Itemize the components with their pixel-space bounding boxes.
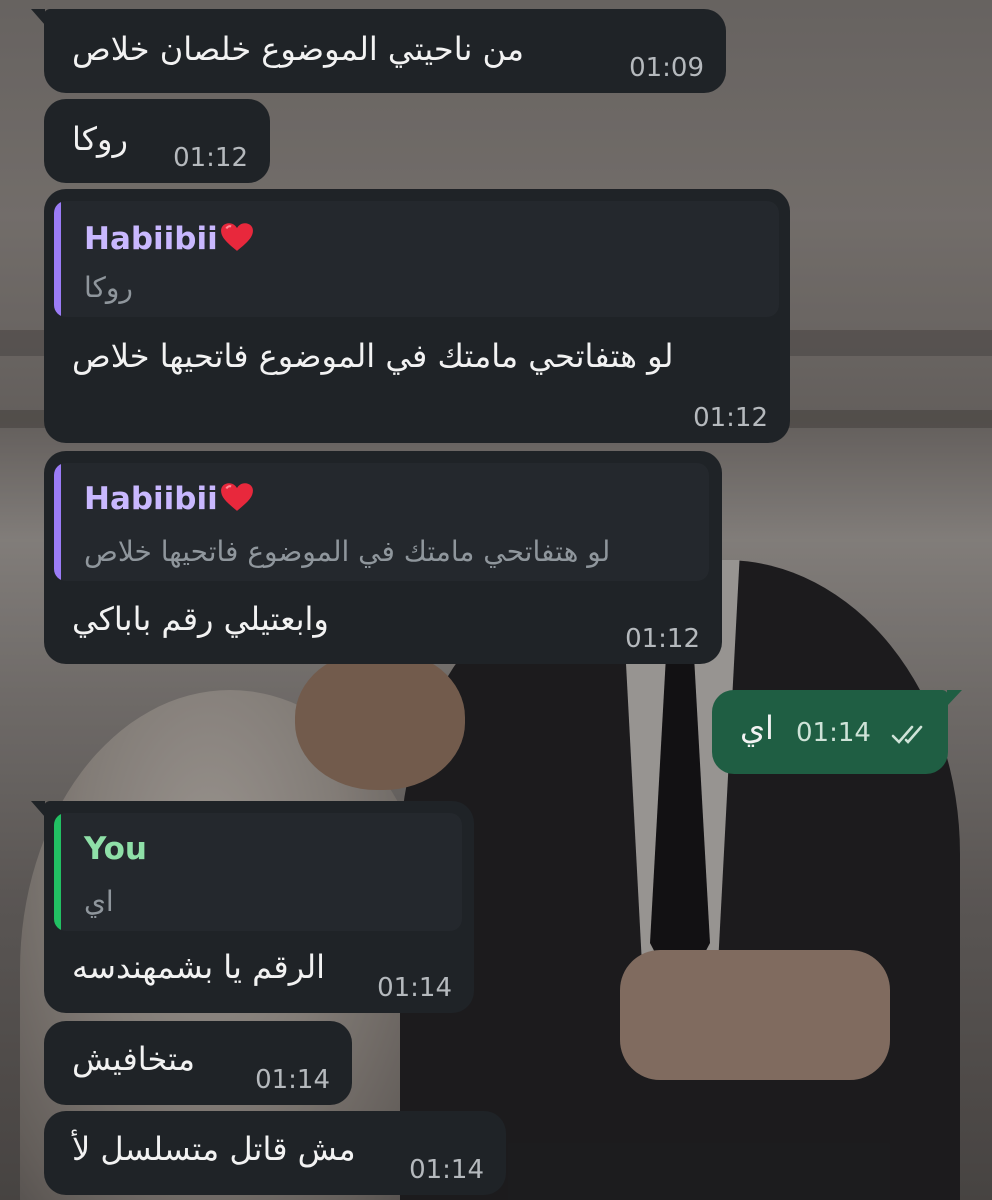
incoming-message[interactable]: روكا 01:12 bbox=[44, 99, 270, 183]
message-text: لو هتفاتحي مامتك في الموضوع فاتحيها خلاص bbox=[72, 337, 674, 375]
message-time: 01:09 bbox=[629, 53, 704, 83]
message-time: 01:14 bbox=[255, 1065, 330, 1095]
message-text: الرقم يا بشمهندسه bbox=[72, 948, 326, 986]
message-text: مش قاتل متسلسل لأ bbox=[72, 1130, 356, 1168]
message-text: من ناحيتي الموضوع خلصان خلاص bbox=[72, 30, 525, 68]
message-time: 01:12 bbox=[625, 624, 700, 654]
message-text: اي bbox=[740, 709, 774, 747]
reply-preview[interactable]: Habiibii روكا bbox=[54, 201, 779, 317]
message-time: 01:14 bbox=[377, 973, 452, 1003]
message-time: 01:14 bbox=[409, 1155, 484, 1185]
message-text: وابعتيلي رقم باباكي bbox=[72, 600, 329, 638]
incoming-message[interactable]: مش قاتل متسلسل لأ 01:14 bbox=[44, 1111, 506, 1195]
incoming-reply-message[interactable]: Habiibii لو هتفاتحي مامتك في الموضوع فات… bbox=[44, 451, 722, 664]
reply-sender-name: Habiibii bbox=[84, 481, 218, 517]
message-text: روكا bbox=[72, 120, 128, 158]
reply-sender-name: Habiibii bbox=[84, 221, 218, 257]
incoming-message[interactable]: من ناحيتي الموضوع خلصان خلاص 01:09 bbox=[31, 9, 726, 93]
reply-snippet: لو هتفاتحي مامتك في الموضوع فاتحيها خلاص bbox=[84, 535, 611, 568]
red-heart-icon bbox=[220, 483, 253, 511]
message-time: 01:14 bbox=[796, 718, 871, 748]
reply-preview[interactable]: You اي bbox=[54, 813, 462, 931]
reply-preview[interactable]: Habiibii لو هتفاتحي مامتك في الموضوع فات… bbox=[54, 463, 709, 581]
incoming-reply-message[interactable]: Habiibii روكا لو هتفاتحي مامتك في الموضو… bbox=[44, 189, 790, 443]
outgoing-message[interactable]: اي 01:14 bbox=[712, 690, 962, 774]
message-time: 01:12 bbox=[693, 403, 768, 433]
reply-snippet: روكا bbox=[84, 271, 133, 304]
message-text: متخافيش bbox=[72, 1040, 195, 1078]
message-list: من ناحيتي الموضوع خلصان خلاص 01:09 روكا … bbox=[0, 0, 992, 1200]
red-heart-icon bbox=[220, 223, 253, 251]
incoming-message[interactable]: متخافيش 01:14 bbox=[44, 1021, 352, 1105]
message-time: 01:12 bbox=[173, 143, 248, 173]
reply-sender-name: You bbox=[84, 831, 147, 867]
incoming-reply-message[interactable]: You اي الرقم يا بشمهندسه 01:14 bbox=[31, 801, 474, 1013]
reply-snippet: اي bbox=[84, 885, 114, 918]
double-check-icon bbox=[891, 725, 923, 744]
